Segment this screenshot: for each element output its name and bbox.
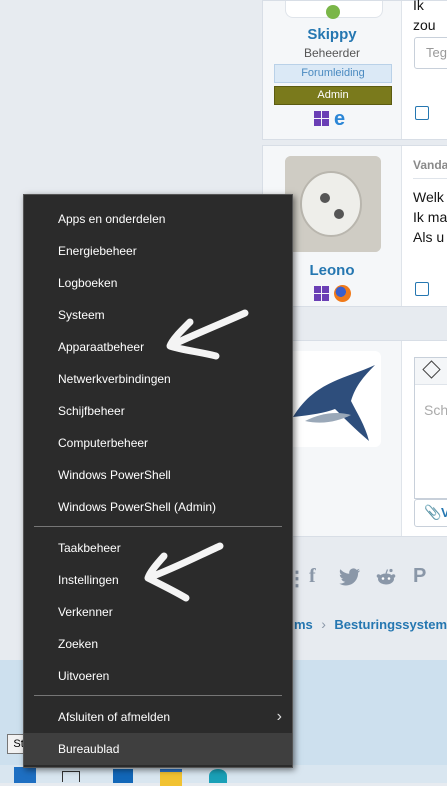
menu-item-task-manager[interactable]: Taakbeheer	[24, 532, 292, 564]
facebook-icon[interactable]: f	[309, 565, 316, 588]
menu-separator	[34, 526, 282, 527]
menu-item-computer-mgmt[interactable]: Computerbeheer	[24, 427, 292, 459]
breadcrumb-current[interactable]: Besturingssystemen	[334, 617, 447, 632]
menu-item-run[interactable]: Uitvoeren	[24, 660, 292, 692]
menu-item-energy[interactable]: Energiebeheer	[24, 235, 292, 267]
shutdown-label: Afsluiten of afmelden	[58, 710, 171, 724]
post-line-1: Welk	[413, 189, 444, 205]
firefox-icon	[334, 285, 351, 302]
menu-item-desktop[interactable]: Bureaublad	[24, 733, 292, 765]
user-role: Beheerder	[303, 46, 361, 60]
badge-forumleiding: Forumleiding	[274, 64, 392, 83]
menu-separator	[34, 695, 282, 696]
menu-item-shutdown[interactable]: Afsluiten of afmelden ›	[24, 701, 292, 733]
menu-item-system[interactable]: Systeem	[24, 299, 292, 331]
quick-reply-placeholder: Teg	[426, 45, 447, 60]
menu-item-network[interactable]: Netwerkverbindingen	[24, 363, 292, 395]
post-meta-divider	[413, 178, 447, 179]
menu-item-eventlog[interactable]: Logboeken	[24, 267, 292, 299]
online-icon	[326, 5, 340, 19]
explorer-icon[interactable]	[160, 769, 182, 786]
username[interactable]: Skippy	[263, 26, 401, 43]
attach-button[interactable]: 📎 V	[414, 499, 447, 527]
start-button[interactable]	[14, 767, 36, 783]
post-meta: Vanda	[413, 158, 447, 172]
logo-kangaroo	[285, 351, 381, 447]
chevron-right-icon: ›	[276, 708, 282, 725]
badge-admin: Admin	[274, 86, 392, 105]
menu-item-device-manager[interactable]: Apparaatbeheer	[24, 331, 292, 363]
edge-taskbar-icon[interactable]	[209, 769, 227, 783]
twitter-icon[interactable]	[339, 568, 361, 586]
outlook-icon[interactable]	[113, 769, 133, 783]
winx-context-menu: Apps en onderdelen Energiebeheer Logboek…	[23, 194, 293, 768]
editor-placeholder: Sch	[424, 402, 447, 418]
menu-item-powershell-admin[interactable]: Windows PowerShell (Admin)	[24, 491, 292, 523]
breadcrumb-separator: ›	[321, 616, 326, 632]
post-text: Ik zou	[413, 0, 436, 33]
attach-label: V	[441, 505, 447, 520]
menu-item-explorer[interactable]: Verkenner	[24, 596, 292, 628]
windows-icon	[314, 111, 330, 127]
post-line-3: Als u	[413, 229, 445, 245]
menu-item-settings[interactable]: Instellingen	[24, 564, 292, 596]
windows-icon	[314, 286, 330, 302]
editor-box[interactable]: Sch	[414, 357, 447, 499]
user-panel: Skippy Beheerder Forumleiding Admin e	[263, 1, 402, 139]
task-view-icon[interactable]	[62, 771, 80, 782]
menu-item-powershell[interactable]: Windows PowerShell	[24, 459, 292, 491]
menu-item-search[interactable]: Zoeken	[24, 628, 292, 660]
paperclip-icon: 📎	[424, 504, 442, 520]
avatar[interactable]	[285, 156, 381, 252]
edge-browser-icon: e	[334, 108, 346, 130]
breadcrumb: ms › Besturingssystemen	[294, 616, 447, 634]
quick-reply-input[interactable]: Teg	[414, 37, 447, 69]
select-checkbox[interactable]	[415, 282, 429, 296]
pinterest-icon[interactable]: P	[413, 565, 426, 588]
post-skippy: Skippy Beheerder Forumleiding Admin e Ik…	[262, 0, 447, 140]
menu-item-apps[interactable]: Apps en onderdelen	[24, 203, 292, 235]
breadcrumb-prev[interactable]: ms	[294, 617, 313, 632]
menu-item-disk[interactable]: Schijfbeheer	[24, 395, 292, 427]
select-checkbox[interactable]	[415, 106, 429, 120]
reddit-icon[interactable]	[376, 568, 396, 586]
post-line-2: Ik ma	[413, 209, 447, 225]
